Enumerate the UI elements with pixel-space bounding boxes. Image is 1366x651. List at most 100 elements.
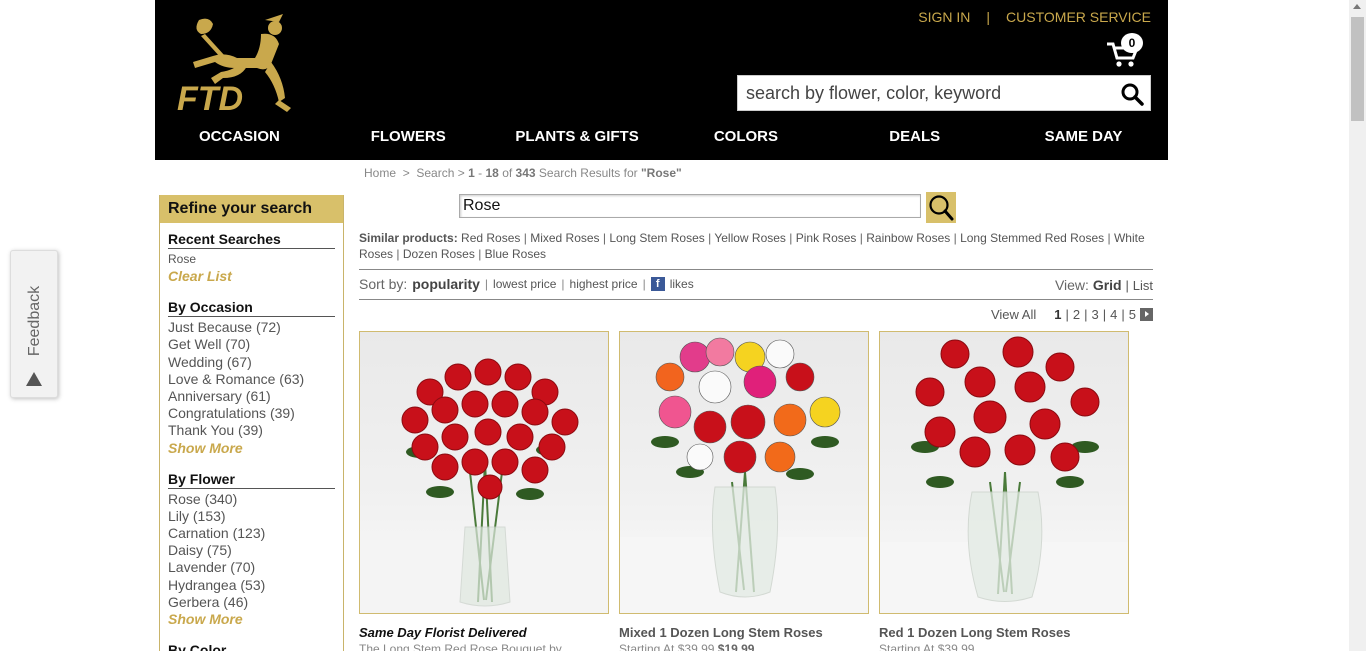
flower-filter[interactable]: Carnation (123) <box>168 525 335 542</box>
breadcrumb-search[interactable]: Search <box>416 166 454 180</box>
recent-search-item[interactable]: Rose <box>168 251 335 268</box>
divider <box>359 299 1153 300</box>
sort-likes[interactable]: likes <box>670 277 694 291</box>
similar-link[interactable]: Long Stem Roses <box>609 231 704 245</box>
similar-link[interactable]: Yellow Roses <box>714 231 786 245</box>
view-toggle: View: Grid | List <box>1054 277 1153 293</box>
sort-bar: Sort by: popularity | lowest price | hig… <box>359 276 694 292</box>
similar-link[interactable]: Blue Roses <box>485 247 546 261</box>
product-card[interactable]: Same Day Florist Delivered The Long Stem… <box>359 331 609 651</box>
by-color: By Color <box>160 642 343 651</box>
similar-link[interactable]: Rainbow Roses <box>866 231 950 245</box>
product-card[interactable]: Mixed 1 Dozen Long Stem Roses Starting A… <box>619 331 869 651</box>
product-subtitle: The Long Stem Red Rose Bouquet by <box>359 642 562 651</box>
flower-filter[interactable]: Daisy (75) <box>168 542 335 559</box>
similar-link[interactable]: Mixed Roses <box>530 231 599 245</box>
similar-products-label: Similar products: <box>359 231 458 245</box>
occasion-filter[interactable]: Get Well (70) <box>168 336 335 353</box>
page-scrollbar[interactable] <box>1349 0 1366 651</box>
view-list[interactable]: List <box>1133 278 1153 293</box>
view-grid[interactable]: Grid <box>1093 277 1122 293</box>
nav-deals[interactable]: DEALS <box>830 128 999 145</box>
nav-flowers[interactable]: FLOWERS <box>324 128 493 145</box>
recent-searches: Recent Searches Rose Clear List <box>160 231 343 285</box>
product-title[interactable]: Red 1 Dozen Long Stem Roses <box>879 625 1129 640</box>
page-link[interactable]: 2 <box>1073 307 1080 322</box>
product-image[interactable] <box>619 331 869 614</box>
result-of: of <box>502 166 513 180</box>
price-label: Starting At <box>619 642 675 651</box>
main-nav: OCCASION FLOWERS PLANTS & GIFTS COLORS D… <box>155 128 1168 145</box>
product-title[interactable]: Same Day Florist Delivered <box>359 625 609 640</box>
product-card[interactable]: Red 1 Dozen Long Stem Roses Starting At … <box>879 331 1129 651</box>
nav-occasion[interactable]: OCCASION <box>155 128 324 145</box>
occasion-filter[interactable]: Wedding (67) <box>168 354 335 371</box>
product-image[interactable] <box>359 331 609 614</box>
by-occasion-heading: By Occasion <box>168 299 335 318</box>
scroll-up-icon[interactable] <box>1353 4 1361 9</box>
product-price: Starting At $39.99 <box>879 642 1129 651</box>
results-search-input[interactable] <box>460 195 920 217</box>
product-image[interactable] <box>879 331 1129 614</box>
flower-filter[interactable]: Gerbera (46) <box>168 594 335 611</box>
next-page-icon[interactable] <box>1140 308 1153 321</box>
svg-text:FTD: FTD <box>177 80 243 118</box>
result-query: "Rose" <box>640 166 682 180</box>
search-icon[interactable] <box>1120 82 1144 106</box>
flower-show-more-link[interactable]: Show More <box>168 611 335 628</box>
breadcrumb-home[interactable]: Home <box>364 166 396 180</box>
header-search-input[interactable] <box>738 76 1108 110</box>
nav-same-day[interactable]: SAME DAY <box>999 128 1168 145</box>
similar-link[interactable]: Red Roses <box>461 231 520 245</box>
occasion-filter[interactable]: Anniversary (61) <box>168 388 335 405</box>
view-all-link[interactable]: View All <box>991 307 1036 322</box>
results-search-button[interactable] <box>926 192 956 223</box>
customer-service-link[interactable]: CUSTOMER SERVICE <box>1006 9 1151 25</box>
page-link[interactable]: 3 <box>1092 307 1099 322</box>
price-original: $39.99 <box>677 642 715 651</box>
occasion-show-more-link[interactable]: Show More <box>168 440 335 457</box>
clear-list-link[interactable]: Clear List <box>168 268 335 285</box>
similar-link[interactable]: Long Stemmed Red Roses <box>960 231 1104 245</box>
similar-link[interactable]: Dozen Roses <box>403 247 475 261</box>
view-label: View: <box>1054 277 1089 293</box>
page-link[interactable]: 4 <box>1110 307 1117 322</box>
result-total: 343 <box>515 166 536 180</box>
feedback-tab[interactable]: Feedback <box>10 250 58 398</box>
by-flower: By Flower Rose (340) Lily (153) Carnatio… <box>160 471 343 628</box>
result-range-dash: - <box>478 166 483 180</box>
breadcrumb-separator: > <box>457 166 465 180</box>
flower-filter[interactable]: Lily (153) <box>168 508 335 525</box>
occasion-filter[interactable]: Congratulations (39) <box>168 405 335 422</box>
flower-filter[interactable]: Rose (340) <box>168 491 335 508</box>
occasion-filter[interactable]: Just Because (72) <box>168 319 335 336</box>
page-link[interactable]: 5 <box>1129 307 1136 322</box>
refine-sidebar: Refine your search Recent Searches Rose … <box>159 195 344 651</box>
ftd-logo[interactable]: FTD <box>175 12 305 120</box>
by-flower-heading: By Flower <box>168 471 335 489</box>
sort-popularity[interactable]: popularity <box>412 276 480 292</box>
sign-in-link[interactable]: SIGN IN <box>918 9 970 25</box>
breadcrumb-separator: > <box>402 166 410 180</box>
magnifier-icon <box>929 195 954 221</box>
recent-searches-heading: Recent Searches <box>168 231 335 249</box>
nav-colors[interactable]: COLORS <box>661 128 830 145</box>
scroll-thumb[interactable] <box>1351 17 1364 121</box>
occasion-filter[interactable]: Love & Romance (63) <box>168 371 335 388</box>
sort-lowest-price[interactable]: lowest price <box>493 277 556 291</box>
nav-plants-gifts[interactable]: PLANTS & GIFTS <box>493 128 662 145</box>
by-color-heading: By Color <box>168 642 335 651</box>
flower-filter[interactable]: Lavender (70) <box>168 559 335 576</box>
price-label: Starting At <box>879 642 935 651</box>
sort-highest-price[interactable]: highest price <box>570 277 638 291</box>
flower-filter[interactable]: Hydrangea (53) <box>168 577 335 594</box>
product-title[interactable]: Mixed 1 Dozen Long Stem Roses <box>619 625 869 640</box>
occasion-filter[interactable]: Thank You (39) <box>168 422 335 439</box>
facebook-icon: f <box>650 277 665 291</box>
breadcrumb: Home > Search > 1 - 18 of 343 Search Res… <box>364 166 682 180</box>
similar-link[interactable]: Pink Roses <box>796 231 857 245</box>
refine-title: Refine your search <box>160 195 343 223</box>
by-occasion: By Occasion Just Because (72) Get Well (… <box>160 299 343 456</box>
results-search <box>459 194 921 218</box>
similar-products: Similar products: Red Roses | Mixed Rose… <box>359 231 1145 261</box>
